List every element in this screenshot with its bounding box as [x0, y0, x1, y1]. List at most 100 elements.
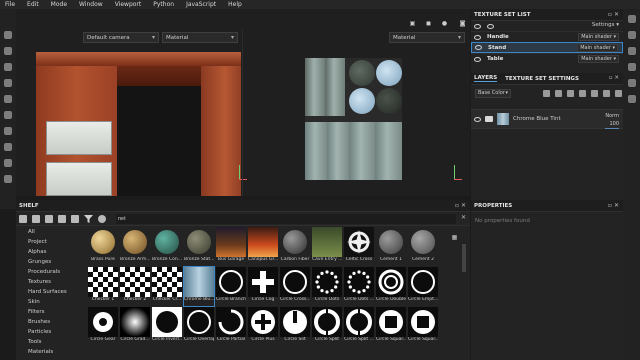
shelf-search-input[interactable]	[116, 214, 456, 224]
panel-controls-icon[interactable]: ▫ ✕	[455, 202, 466, 209]
shelf-item[interactable]: Circle Split	[312, 307, 342, 346]
add-fill-layer-icon[interactable]	[579, 89, 586, 97]
shelf-item[interactable]: Circle Cog	[248, 267, 278, 306]
shelf-item[interactable]: Circle Slit	[280, 307, 310, 346]
polygon-fill-icon[interactable]	[4, 79, 12, 87]
shelf-item[interactable]: Canopus Gr...	[248, 227, 278, 266]
shelf-item[interactable]: Circle Split ...	[344, 307, 374, 346]
texture-set-row[interactable]: Handle Main shader ▾	[471, 31, 623, 42]
category-grunges[interactable]: Grunges	[28, 257, 86, 267]
menu-help[interactable]: Help	[228, 1, 242, 8]
category-brushes[interactable]: Brushes	[28, 317, 86, 327]
shader-dropdown[interactable]: Main shader ▾	[578, 33, 619, 41]
shelf-item[interactable]: Circle Gear	[88, 307, 118, 346]
clone-icon[interactable]	[4, 111, 12, 119]
shelf-item[interactable]: Circle Partial	[216, 307, 246, 346]
grid-icon[interactable]	[71, 214, 79, 223]
category-textures[interactable]: Textures	[28, 277, 86, 287]
shelf-scrollbar[interactable]	[462, 244, 466, 272]
menu-window[interactable]: Window	[79, 1, 103, 8]
shelf-item[interactable]: Chrome Blu...	[183, 266, 215, 307]
color-picker-icon[interactable]	[4, 127, 12, 135]
settings-icon[interactable]	[4, 143, 12, 151]
eraser-icon[interactable]	[4, 47, 12, 55]
shader-dropdown[interactable]: Main shader ▾	[577, 44, 618, 52]
category-all[interactable]: All	[28, 227, 86, 237]
paint-brush-icon[interactable]	[4, 31, 12, 39]
texture-set-icon[interactable]	[627, 15, 636, 23]
category-particles[interactable]: Particles	[28, 327, 86, 337]
hide-icon[interactable]	[58, 214, 66, 223]
shelf-item[interactable]: Cement 1	[376, 227, 406, 266]
import-icon[interactable]	[45, 214, 53, 223]
sphere-icon[interactable]: ●	[440, 20, 449, 29]
shelf-item[interactable]: Bronze Stat...	[184, 227, 214, 266]
new-resource-icon[interactable]	[32, 214, 40, 223]
menu-javascript[interactable]: JavaScript	[186, 1, 216, 8]
add-effect-icon[interactable]	[543, 89, 550, 97]
mode-icon[interactable]: ▣	[408, 20, 417, 29]
shelf-item[interactable]: Checker 2	[120, 267, 150, 306]
shelf-item[interactable]: Cement 2	[408, 227, 438, 266]
menu-python[interactable]: Python	[153, 1, 174, 8]
shelf-item[interactable]: Circle Dots	[312, 267, 342, 306]
add-folder-icon[interactable]	[591, 89, 598, 97]
camera-dropdown[interactable]: Default camera ▾	[83, 32, 159, 43]
category-tools[interactable]: Tools	[28, 337, 86, 347]
display-icon[interactable]	[4, 175, 12, 183]
menu-file[interactable]: File	[5, 1, 15, 8]
shelf-item[interactable]: Checker 1	[88, 267, 118, 306]
channel-dropdown[interactable]: Base Color ▾	[475, 88, 511, 98]
panel-controls-icon[interactable]: ▫ ✕	[608, 11, 619, 18]
add-paint-layer-icon[interactable]	[567, 89, 574, 97]
history-icon[interactable]	[627, 95, 636, 103]
shelf-item[interactable]: Circle Dots ...	[344, 267, 374, 306]
display-settings-icon[interactable]	[627, 63, 636, 71]
eye-icon[interactable]	[474, 23, 481, 29]
smudge-icon[interactable]	[4, 95, 12, 103]
blend-mode-dropdown[interactable]: Norm	[605, 112, 619, 120]
search-icon[interactable]	[98, 214, 106, 223]
cube-icon[interactable]: ◼	[424, 20, 433, 29]
category-project[interactable]: Project	[28, 237, 86, 247]
shelf-item[interactable]: Cave Entry ...	[312, 227, 342, 266]
shelf-item[interactable]: Celtic Cross	[344, 227, 374, 266]
layer-row[interactable]: Chrome Blue Tint Norm 100	[471, 109, 623, 129]
tab-texture-set-settings[interactable]: TEXTURE SET SETTINGS	[505, 76, 579, 82]
delete-icon[interactable]	[615, 89, 622, 97]
filter-icon[interactable]	[84, 214, 93, 223]
eye-icon[interactable]	[475, 45, 482, 50]
shelf-item[interactable]: Circle Invert...	[152, 307, 182, 346]
category-skin[interactable]: Skin	[28, 297, 86, 307]
shelf-item[interactable]: Bronze Con...	[152, 227, 182, 266]
shelf-item[interactable]: Circle Cross...	[280, 267, 310, 306]
shelf-item[interactable]: Circle Empt...	[408, 267, 438, 306]
shelf-item[interactable]: Circle Branch	[216, 267, 246, 306]
menu-edit[interactable]: Edit	[27, 1, 39, 8]
duplicate-icon[interactable]	[603, 89, 610, 97]
menu-viewport[interactable]: Viewport	[115, 1, 142, 8]
properties-icon[interactable]	[627, 47, 636, 55]
category-hard-surfaces[interactable]: Hard Surfaces	[28, 287, 86, 297]
grid-view-icon[interactable]: ▦	[450, 234, 459, 243]
shelf-item[interactable]: Circle Double	[376, 267, 406, 306]
eye-icon[interactable]	[474, 116, 481, 122]
shader-dropdown[interactable]: Main shader ▾	[578, 55, 619, 63]
shelf-item[interactable]: Checker Cr...	[152, 267, 182, 306]
viewport[interactable]: Default camera ▾ Material ▾ Material ▾ ▣ ◼ …	[16, 9, 470, 196]
projection-icon[interactable]	[4, 63, 12, 71]
shader-settings-icon[interactable]	[627, 79, 636, 87]
panel-controls-icon[interactable]: ▫ ✕	[609, 75, 619, 81]
shelf-item[interactable]: Circle Squar...	[408, 307, 438, 346]
settings-dropdown[interactable]: Settings ▾	[592, 22, 619, 28]
category-materials[interactable]: Materials	[28, 347, 86, 357]
eye-icon[interactable]	[474, 34, 481, 40]
clear-search-icon[interactable]: ✕	[461, 214, 466, 221]
eye-icon[interactable]	[474, 56, 481, 62]
texture-set-row-selected[interactable]: Stand Main shader ▾	[471, 42, 623, 53]
menu-mode[interactable]: Mode	[51, 1, 67, 8]
eye-icon[interactable]	[487, 23, 494, 29]
material-dropdown-2d[interactable]: Material ▾	[389, 32, 465, 43]
shelf-item[interactable]: Circle Grad...	[120, 307, 150, 346]
opacity-field[interactable]: 100	[605, 120, 619, 129]
